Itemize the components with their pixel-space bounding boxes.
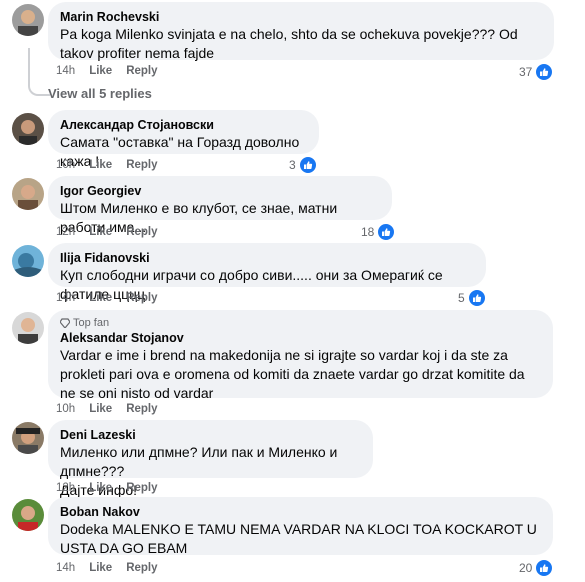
comment-time[interactable]: 14h bbox=[56, 562, 75, 574]
thumbs-up-icon bbox=[298, 156, 317, 174]
top-fan-label: Top fan bbox=[73, 317, 110, 329]
reaction-number: 20 bbox=[519, 561, 533, 575]
thumbs-up-icon bbox=[377, 223, 396, 241]
comment-author[interactable]: Boban Nakov bbox=[60, 504, 541, 520]
like-button[interactable]: Like bbox=[89, 482, 112, 494]
comment-actions: 12h Like Reply bbox=[56, 226, 158, 238]
comment-bubble: Boban Nakov Dodeka MALENKO E TAMU NEMA V… bbox=[48, 497, 553, 556]
comment-text: Vardar e ime i brend na makedonija ne si… bbox=[60, 347, 529, 401]
reaction-number: 37 bbox=[519, 65, 533, 79]
comment-time[interactable]: 14h bbox=[56, 65, 75, 77]
reply-button[interactable]: Reply bbox=[126, 482, 157, 494]
comment-text: Dodeka MALENKO E TAMU NEMA VARDAR NA KLO… bbox=[60, 521, 541, 556]
like-button[interactable]: Like bbox=[89, 562, 112, 574]
comment-actions: 10h Like Reply bbox=[56, 403, 158, 415]
reaction-number: 5 bbox=[458, 291, 465, 305]
avatar[interactable] bbox=[12, 113, 44, 145]
comment-bubble: Александар Стојановски Самата "оставка" … bbox=[48, 110, 319, 169]
comment-author[interactable]: Aleksandar Stojanov bbox=[60, 330, 541, 346]
thread-connector bbox=[28, 48, 50, 96]
reaction-count[interactable]: 20 bbox=[519, 559, 554, 577]
comment-time[interactable]: 12h bbox=[56, 482, 75, 494]
diamond-icon bbox=[60, 318, 70, 328]
comment-time[interactable]: 12h bbox=[56, 226, 75, 238]
thumbs-up-icon bbox=[535, 63, 554, 81]
reply-button[interactable]: Reply bbox=[126, 403, 157, 415]
comment-bubble: Deni Lazeski Миленко или дпмне? Или пак … bbox=[48, 420, 373, 498]
like-button[interactable]: Like bbox=[89, 159, 112, 171]
reaction-count[interactable]: 37 bbox=[519, 63, 554, 81]
comment-author[interactable]: Deni Lazeski bbox=[60, 427, 361, 443]
comment-actions: 12h Like Reply bbox=[56, 482, 158, 494]
comment-actions: 14h Like Reply bbox=[56, 65, 158, 77]
comment-actions: 14h Like Reply bbox=[56, 292, 158, 304]
comment-actions: 14h Like Reply bbox=[56, 562, 158, 574]
comment-bubble: Top fan Aleksandar Stojanov Vardar e ime… bbox=[48, 310, 553, 401]
comment-bubble: Igor Georgiev Штом Миленко е во клубот, … bbox=[48, 176, 392, 235]
reaction-count[interactable]: 3 bbox=[289, 156, 317, 174]
comment-time[interactable]: 10h bbox=[56, 159, 75, 171]
reply-button[interactable]: Reply bbox=[126, 562, 157, 574]
top-fan-badge: Top fan bbox=[60, 316, 541, 330]
comment-bubble: Marin Rochevski Pa koga Milenko svinjata… bbox=[48, 2, 554, 61]
comment-bubble: Ilija Fidanovski Куп слободни играчи со … bbox=[48, 243, 486, 302]
like-button[interactable]: Like bbox=[89, 403, 112, 415]
comment-time[interactable]: 14h bbox=[56, 292, 75, 304]
like-button[interactable]: Like bbox=[89, 65, 112, 77]
comment-author[interactable]: Александар Стојановски bbox=[60, 117, 307, 133]
avatar[interactable] bbox=[12, 4, 44, 36]
avatar[interactable] bbox=[12, 178, 44, 210]
comment-author[interactable]: Igor Georgiev bbox=[60, 183, 380, 199]
comment-text: Pa koga Milenko svinjata e na chelo, sht… bbox=[60, 26, 522, 61]
reply-button[interactable]: Reply bbox=[126, 226, 157, 238]
view-replies-link[interactable]: View all 5 replies bbox=[48, 86, 152, 101]
avatar[interactable] bbox=[12, 312, 44, 344]
thumbs-up-icon bbox=[535, 559, 554, 577]
thumbs-up-icon bbox=[467, 289, 486, 307]
reply-button[interactable]: Reply bbox=[126, 65, 157, 77]
view-replies-label[interactable]: View all 5 replies bbox=[48, 86, 152, 101]
reaction-number: 18 bbox=[361, 225, 375, 239]
avatar[interactable] bbox=[12, 422, 44, 454]
avatar[interactable] bbox=[12, 245, 44, 277]
reply-button[interactable]: Reply bbox=[126, 292, 157, 304]
comment-time[interactable]: 10h bbox=[56, 403, 75, 415]
comment-author[interactable]: Ilija Fidanovski bbox=[60, 250, 474, 266]
reaction-number: 3 bbox=[289, 158, 296, 172]
comment-actions: 10h Like Reply bbox=[56, 159, 158, 171]
like-button[interactable]: Like bbox=[89, 226, 112, 238]
reaction-count[interactable]: 18 bbox=[361, 223, 396, 241]
reply-button[interactable]: Reply bbox=[126, 159, 157, 171]
like-button[interactable]: Like bbox=[89, 292, 112, 304]
avatar[interactable] bbox=[12, 499, 44, 531]
reaction-count[interactable]: 5 bbox=[458, 289, 486, 307]
comment-author[interactable]: Marin Rochevski bbox=[60, 9, 542, 25]
